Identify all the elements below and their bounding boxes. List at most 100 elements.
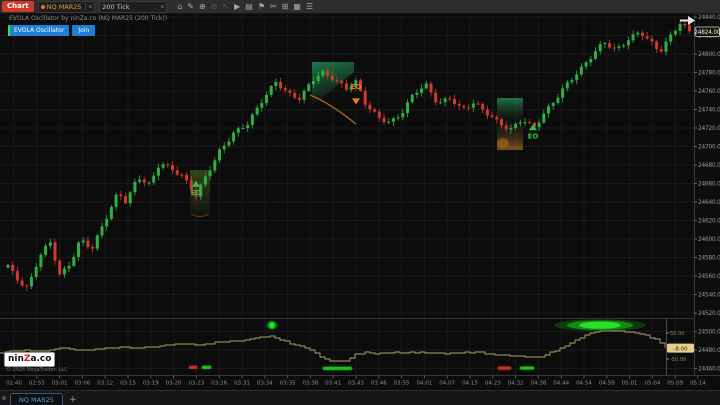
add-tab-button[interactable]: +	[67, 393, 79, 405]
time-tick-label: 03:06	[74, 381, 90, 387]
tab-nq-mar25[interactable]: NQ MAR25	[10, 393, 63, 405]
candle	[35, 267, 38, 277]
candle	[331, 76, 334, 81]
zoom-out-icon[interactable]: ⊖	[211, 0, 218, 13]
candle	[96, 235, 99, 248]
tab-strip-dot	[2, 396, 6, 400]
time-tick-label: 02:40	[6, 381, 22, 387]
time-tick-label: 03:38	[302, 381, 318, 387]
instrument-status-dot	[41, 5, 45, 9]
cursor-icon[interactable]: ↖	[222, 0, 229, 13]
copyright-text: © 2025 NinjaTrader, LLC	[6, 367, 68, 373]
candle	[594, 51, 597, 59]
candle	[176, 170, 179, 174]
instrument-selector[interactable]: NQ MAR25 ∨	[38, 1, 96, 13]
candle	[486, 110, 489, 116]
interval-selector[interactable]: 200 Tick ∨	[99, 1, 167, 13]
list-icon[interactable]: ☰	[306, 0, 313, 13]
time-tick-label: 03:34	[257, 381, 273, 387]
candle	[580, 67, 583, 75]
price-tick-label: 24520.00	[698, 311, 720, 317]
candle	[397, 117, 400, 118]
scissors-icon[interactable]: ✂	[270, 0, 277, 13]
ninza-logo[interactable]: ninZa.co	[4, 352, 55, 367]
price-tick-label: 24540.00	[698, 293, 720, 299]
candle	[444, 98, 447, 102]
candle	[312, 81, 315, 84]
candle	[552, 103, 555, 106]
evola-oscillator-button[interactable]: EVOLA Oscillator	[8, 25, 69, 36]
window-link-label[interactable]: Chart	[2, 1, 34, 12]
candle	[364, 91, 367, 105]
oscillator-dot	[579, 322, 620, 329]
candle	[284, 88, 287, 90]
candle	[655, 42, 658, 50]
candle	[613, 47, 616, 48]
chevron-down-icon[interactable]: ∨	[89, 2, 93, 12]
candle	[453, 99, 456, 104]
candle	[472, 104, 475, 108]
candle	[495, 117, 498, 119]
candle	[11, 265, 14, 271]
time-tick-label: 04:23	[485, 381, 501, 387]
candle	[39, 255, 42, 267]
price-tick-label: 24620.00	[698, 219, 720, 225]
home-icon[interactable]: ⌂	[177, 0, 182, 13]
candle	[430, 83, 433, 92]
document-icon[interactable]: ▤	[245, 0, 253, 13]
divider	[85, 3, 86, 10]
time-tick-label: 03:19	[143, 381, 159, 387]
oscillator-tick-label: -50.00	[670, 357, 686, 363]
evola-oscillator-button-label: EVOLA Oscillator	[14, 27, 64, 34]
price-axis[interactable]	[694, 13, 720, 375]
candle	[585, 62, 588, 66]
draw-icon[interactable]: ✎	[187, 0, 194, 13]
ninza-logo-text: a.co	[30, 353, 51, 366]
time-tick-label: 03:46	[371, 381, 387, 387]
candle	[68, 266, 71, 269]
candle	[265, 95, 268, 103]
time-tick-label: 03:41	[325, 381, 341, 387]
pointer-icon[interactable]: ▶	[234, 0, 240, 13]
price-tick-label: 24580.00	[698, 256, 720, 262]
candle	[30, 277, 33, 286]
candle	[387, 122, 390, 123]
flag-icon[interactable]: ⚑	[258, 0, 265, 13]
zoom-in-icon[interactable]: ⊕	[199, 0, 206, 13]
join-button[interactable]: Join	[72, 25, 95, 36]
chart-canvas[interactable]: 50.00-50.00-8.00EOEOEO24840.0024820.0024…	[0, 0, 720, 405]
candle	[528, 122, 531, 123]
candle	[185, 175, 188, 180]
candle	[547, 106, 550, 113]
candle	[86, 241, 89, 248]
candle	[326, 71, 329, 76]
candle	[237, 128, 240, 132]
candle	[7, 265, 10, 268]
candle	[519, 122, 522, 123]
candle	[542, 114, 545, 123]
candle	[439, 102, 442, 103]
add-panel-icon[interactable]: ⊞	[282, 0, 289, 13]
candle	[603, 43, 606, 44]
candle	[589, 59, 592, 62]
candle	[77, 243, 80, 258]
price-tick-label: 24460.00	[698, 367, 720, 373]
candle	[378, 112, 381, 118]
price-tick-label: 24600.00	[698, 237, 720, 243]
candle	[204, 176, 207, 184]
grid-icon[interactable]: ▦	[293, 0, 301, 13]
chevron-down-icon[interactable]: ∨	[161, 2, 165, 12]
candle	[420, 88, 423, 92]
candle	[232, 133, 235, 142]
time-tick-label: 04:15	[462, 381, 478, 387]
candle	[49, 242, 52, 245]
candle	[110, 207, 113, 219]
candle	[481, 104, 484, 110]
candle	[148, 183, 151, 184]
candle	[209, 170, 212, 176]
price-tick-label: 24760.00	[698, 89, 720, 95]
candle	[556, 98, 559, 103]
time-tick-label: 04:32	[508, 381, 524, 387]
candle	[82, 241, 85, 243]
candle	[411, 95, 414, 102]
